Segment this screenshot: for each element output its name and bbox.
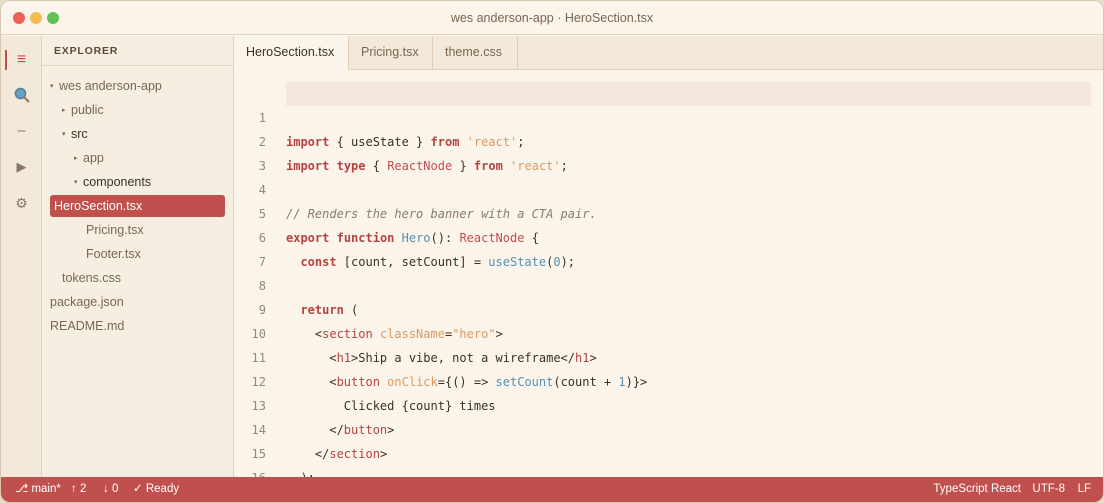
tree-folder-src[interactable]: ▾ src	[62, 123, 88, 145]
code-editor[interactable]: 1 import { useState } from 'react'; 2 im…	[234, 70, 1103, 502]
tree-folder-public[interactable]: ▸ public	[62, 99, 104, 121]
explorer-header: EXPLORER	[42, 36, 233, 66]
editor-window: wes anderson-app · HeroSection.tsx ≡ ⎯ ▶…	[0, 0, 1104, 503]
chevron-right-icon: ▸	[74, 154, 78, 162]
line-ending[interactable]: LF	[1078, 477, 1091, 502]
code-line: 14 </section>	[234, 394, 1091, 461]
code-line: 1 import { useState } from 'react';	[259, 82, 1091, 149]
code-line: 7	[234, 226, 1091, 269]
tab-pricing[interactable]: Pricing.tsx	[349, 36, 433, 70]
title-bar: wes anderson-app · HeroSection.tsx	[1, 1, 1103, 35]
tree-file-readme[interactable]: README.md	[50, 315, 124, 337]
sync-incoming[interactable]: ↓ 0	[103, 477, 118, 502]
window-title: wes anderson-app · HeroSection.tsx	[450, 11, 654, 25]
chevron-down-icon: ▾	[74, 178, 78, 186]
status-ready: ✓ Ready	[133, 483, 180, 495]
settings-icon[interactable]: ⚙	[1, 189, 42, 217]
language-mode[interactable]: TypeScript React	[933, 477, 1021, 502]
editor-tabs: HeroSection.tsx Pricing.tsx theme.css	[234, 36, 1103, 71]
tree-folder-root[interactable]: ▾ wes anderson-app	[50, 75, 162, 97]
code-line: 2 import type { ReactNode } from 'react'…	[234, 106, 1091, 173]
code-line: 16 }	[234, 442, 1091, 502]
source-control-icon[interactable]: ⎯	[1, 117, 42, 145]
tree-file-tokens[interactable]: tokens.css	[62, 267, 121, 289]
sync-outgoing[interactable]: ↑ 2	[71, 477, 86, 502]
tab-herosection[interactable]: HeroSection.tsx	[234, 36, 349, 71]
explorer-sidebar: EXPLORER ▾ wes anderson-app ▸ public ▾ src …	[42, 36, 234, 479]
tree-folder-app[interactable]: ▸ app	[74, 147, 104, 169]
code-line: 8 return (	[234, 250, 1091, 317]
code-line: 9 <section className="hero">	[234, 274, 1091, 341]
tree-file-package-json[interactable]: package.json	[50, 291, 124, 313]
code-line: 13 </button>	[234, 370, 1091, 437]
arrow-up-icon: ↑	[71, 483, 80, 495]
code-line: 11 <button onClick={() => setCount(count…	[234, 322, 1091, 389]
code-line: 5 export function Hero(): ReactNode {	[234, 178, 1091, 245]
code-line: 6 const [count, setCount] = useState(0);	[234, 202, 1091, 269]
check-icon: ✓	[133, 483, 146, 495]
files-icon[interactable]: ≡	[1, 46, 42, 74]
code-line: 4 // Renders the hero banner with a CTA …	[234, 154, 1091, 221]
encoding[interactable]: UTF-8	[1032, 477, 1065, 502]
tree-file-footer[interactable]: Footer.tsx	[86, 243, 141, 265]
search-icon[interactable]	[1, 81, 42, 109]
status-bar: ⎇ main* ↑ 2 ↓ 0 ✓ Ready TypeScript React…	[1, 477, 1103, 502]
code-line: 10 <h1>Ship a vibe, not a wireframe</h1>	[234, 298, 1091, 365]
tree-file-herosection[interactable]: HeroSection.tsx	[50, 195, 225, 217]
chevron-right-icon: ▸	[62, 106, 66, 114]
chevron-down-icon: ▾	[50, 82, 54, 90]
tree-folder-components[interactable]: ▾ components	[74, 171, 151, 193]
tree-file-pricing[interactable]: Pricing.tsx	[86, 219, 144, 241]
code-line: 12 Clicked {count} times	[234, 346, 1091, 413]
arrow-down-icon: ↓	[103, 483, 112, 495]
code-line: 3	[234, 130, 1091, 173]
run-icon[interactable]: ▶	[1, 153, 42, 181]
tab-theme-css[interactable]: theme.css	[433, 36, 518, 70]
branch-icon: ⎇	[15, 483, 32, 495]
chevron-down-icon: ▾	[62, 130, 66, 138]
activity-bar: ≡ ⎯ ▶ ⚙	[1, 36, 42, 479]
branch-indicator[interactable]: ⎇ main*	[15, 477, 61, 502]
code-line: 15 );	[234, 418, 1091, 485]
